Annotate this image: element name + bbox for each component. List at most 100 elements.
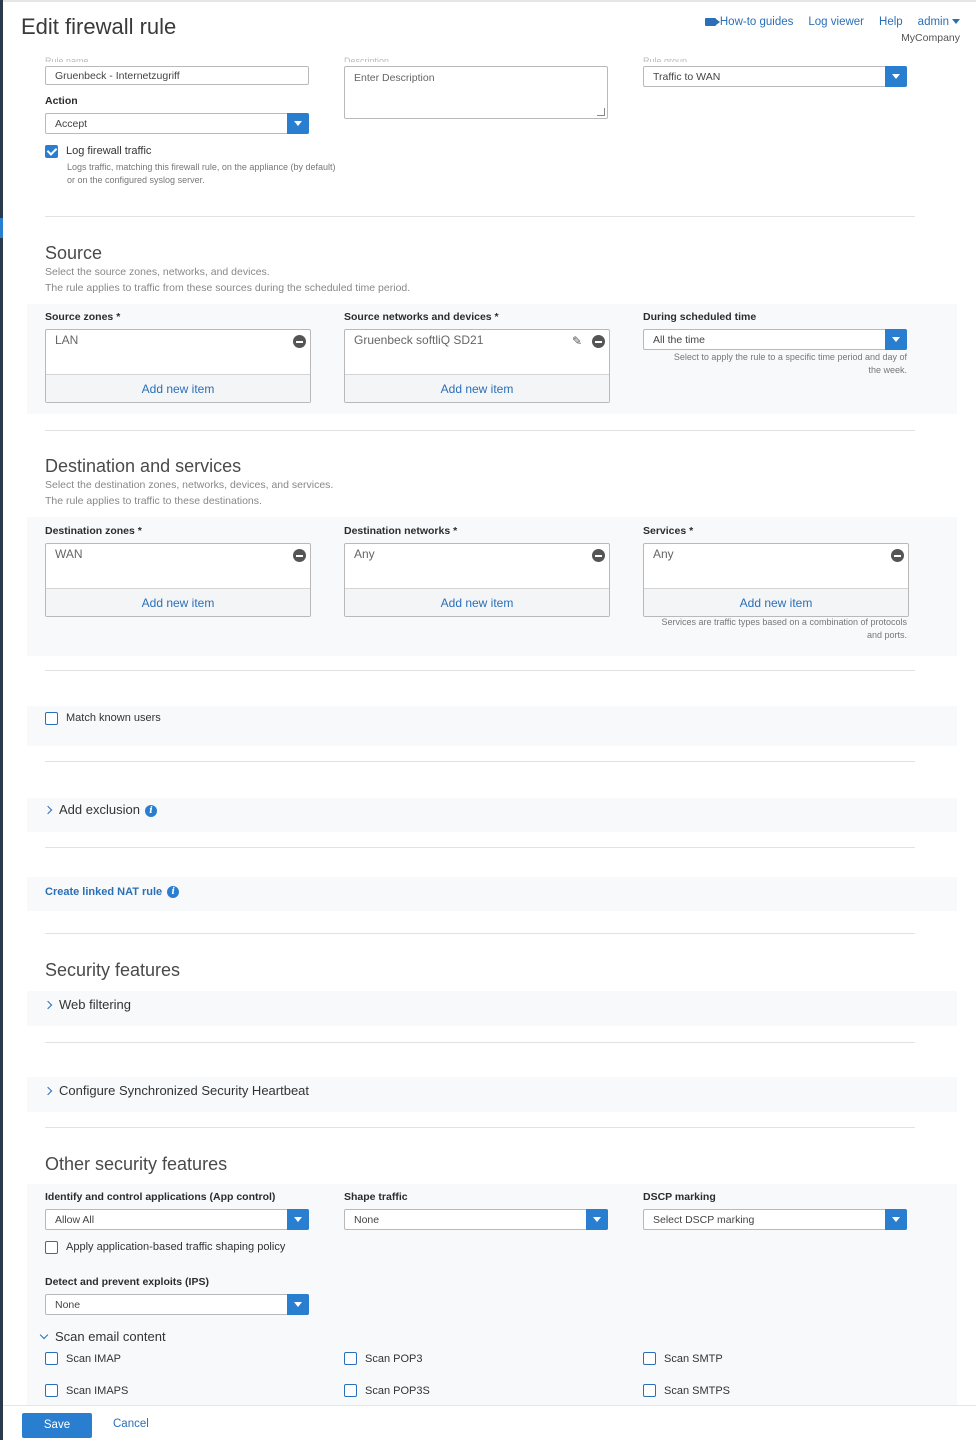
dscp-marking-select[interactable]: Select DSCP marking: [643, 1209, 907, 1230]
web-filtering-expander[interactable]: Web filtering: [43, 997, 131, 1012]
dscp-marking-label: DSCP marking: [643, 1191, 716, 1203]
scan-pop3-label: Scan POP3: [365, 1353, 423, 1365]
ips-select[interactable]: None: [45, 1294, 309, 1315]
add-new-item-button[interactable]: Add new item: [46, 374, 310, 402]
rule-group-select[interactable]: Traffic to WAN: [643, 66, 907, 87]
scan-email-label: Scan email content: [55, 1329, 166, 1344]
services-help: Services are traffic types based on a co…: [661, 617, 907, 640]
scan-smtps-label: Scan SMTPS: [664, 1385, 731, 1397]
create-linked-nat-rule-label: Create linked NAT rule: [45, 886, 163, 898]
help-link[interactable]: Help: [879, 16, 903, 28]
destination-networks-label: Destination networks *: [344, 525, 458, 537]
info-icon[interactable]: i: [144, 804, 157, 817]
dropdown-arrow-icon[interactable]: [287, 1209, 309, 1230]
video-camera-icon: [704, 17, 720, 26]
list-item: LAN: [55, 333, 79, 347]
scan-imap-label: Scan IMAP: [66, 1353, 122, 1365]
heartbeat-label: Configure Synchronized Security Heartbea…: [59, 1083, 310, 1098]
save-button[interactable]: Save: [22, 1413, 92, 1438]
scan-email-expander[interactable]: Scan email content: [39, 1329, 166, 1344]
log-traffic-help: Logs traffic, matching this firewall rul…: [67, 162, 336, 185]
other-security-features-title: Other security features: [45, 1154, 228, 1174]
app-shaping-checkbox[interactable]: [45, 1241, 58, 1254]
match-known-users-checkbox[interactable]: [45, 712, 58, 725]
source-networks-label: Source networks and devices *: [344, 311, 499, 323]
scan-imap-checkbox[interactable]: [45, 1352, 58, 1365]
scheduled-time-help: Select to apply the rule to a specific t…: [673, 352, 907, 375]
app-shaping-label: Apply application-based traffic shaping …: [66, 1241, 286, 1253]
scheduled-time-select[interactable]: All the time: [643, 329, 907, 350]
rule-group-label: Rule group: [643, 56, 688, 62]
add-new-item-button[interactable]: Add new item: [46, 588, 310, 616]
destination-networks-list: Any Add new item: [344, 543, 610, 617]
rule-name-input[interactable]: Gruenbeck - Internetzugriff: [45, 66, 309, 85]
add-exclusion-expander[interactable]: Add exclusion i: [43, 802, 157, 817]
remove-icon[interactable]: [592, 549, 605, 562]
dropdown-arrow-icon[interactable]: [287, 1294, 309, 1315]
create-linked-nat-rule-link[interactable]: Create linked NAT rule i: [45, 886, 180, 899]
users-panel: [27, 706, 957, 746]
scan-imaps-label: Scan IMAPS: [66, 1385, 129, 1397]
list-item: WAN: [55, 547, 83, 561]
scan-pop3s-checkbox[interactable]: [344, 1384, 357, 1397]
shape-traffic-select[interactable]: None: [344, 1209, 608, 1230]
left-nav-active-marker: [0, 218, 3, 238]
description-label: Description: [344, 56, 390, 62]
security-features-title: Security features: [45, 960, 181, 980]
scan-smtps-checkbox[interactable]: [643, 1384, 656, 1397]
log-viewer-link[interactable]: Log viewer: [808, 16, 864, 28]
divider: [45, 1127, 915, 1128]
chevron-down-icon: [39, 1330, 49, 1339]
destination-title: Destination and services: [45, 456, 242, 476]
heartbeat-expander[interactable]: Configure Synchronized Security Heartbea…: [43, 1083, 310, 1098]
scan-pop3s-label: Scan POP3S: [365, 1385, 430, 1397]
source-subtitle-2: The rule applies to traffic from these s…: [45, 282, 411, 294]
dropdown-arrow-icon[interactable]: [885, 1209, 907, 1230]
dropdown-arrow-icon[interactable]: [885, 66, 907, 87]
how-to-guides-link[interactable]: How-to guides: [704, 16, 793, 28]
description-textarea[interactable]: Enter Description: [344, 66, 608, 119]
action-select[interactable]: Accept: [45, 113, 309, 134]
list-item: Any: [653, 547, 674, 561]
divider: [45, 430, 915, 431]
ips-label: Detect and prevent exploits (IPS): [45, 1276, 209, 1288]
match-known-users-label: Match known users: [66, 712, 161, 724]
remove-icon[interactable]: [293, 549, 306, 562]
dropdown-arrow-icon[interactable]: [586, 1209, 608, 1230]
divider: [45, 216, 915, 217]
rule-name-label: Rule name: [45, 56, 89, 62]
destination-subtitle-2: The rule applies to traffic to these des…: [45, 495, 262, 507]
web-filtering-panel: [27, 991, 957, 1026]
source-subtitle-1: Select the source zones, networks, and d…: [45, 266, 270, 278]
scan-pop3-checkbox[interactable]: [344, 1352, 357, 1365]
add-new-item-button[interactable]: Add new item: [644, 588, 908, 616]
divider: [45, 1042, 915, 1043]
resize-handle-icon[interactable]: [597, 108, 605, 116]
scheduled-time-value: All the time: [653, 334, 705, 346]
dropdown-arrow-icon[interactable]: [287, 113, 309, 134]
log-traffic-checkbox[interactable]: [45, 145, 58, 158]
chevron-right-icon: [43, 1086, 53, 1095]
rule-group-value: Traffic to WAN: [653, 71, 721, 83]
shape-traffic-label: Shape traffic: [344, 1191, 408, 1203]
divider: [45, 933, 915, 934]
source-networks-list: Gruenbeck softliQ SD21 ✎ Add new item: [344, 329, 610, 403]
cancel-button[interactable]: Cancel: [113, 1418, 149, 1430]
divider: [45, 847, 915, 848]
destination-subtitle-1: Select the destination zones, networks, …: [45, 479, 334, 491]
remove-icon[interactable]: [592, 335, 605, 348]
scan-smtp-checkbox[interactable]: [643, 1352, 656, 1365]
edit-pencil-icon[interactable]: ✎: [572, 335, 585, 348]
remove-icon[interactable]: [891, 549, 904, 562]
scan-imaps-checkbox[interactable]: [45, 1384, 58, 1397]
exclusion-panel: [27, 798, 957, 832]
dropdown-arrow-icon[interactable]: [885, 329, 907, 350]
chevron-right-icon: [43, 805, 53, 814]
info-icon[interactable]: i: [167, 886, 180, 899]
add-new-item-button[interactable]: Add new item: [345, 374, 609, 402]
admin-menu[interactable]: admin: [918, 16, 960, 28]
source-zones-label: Source zones *: [45, 311, 121, 323]
remove-icon[interactable]: [293, 335, 306, 348]
app-control-select[interactable]: Allow All: [45, 1209, 309, 1230]
add-new-item-button[interactable]: Add new item: [345, 588, 609, 616]
